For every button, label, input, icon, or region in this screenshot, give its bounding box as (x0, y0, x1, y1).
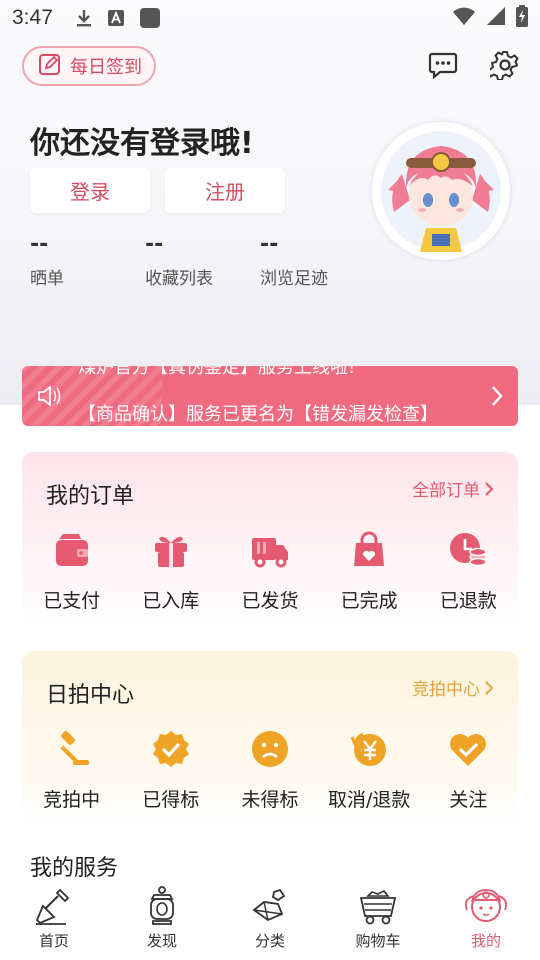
stat-label: 收藏列表 (145, 269, 213, 289)
notice-line-2: 【商品确认】服务已更名为【错发漏发检查】 (78, 404, 438, 425)
tab-categories[interactable]: 分类 (216, 880, 324, 960)
bag-heart-icon (349, 530, 389, 570)
tab-label: 首页 (38, 932, 69, 950)
auction-center-label: 竞拍中心 (412, 680, 480, 700)
wifi-icon (452, 6, 476, 31)
status-bar: 3:47 (0, 0, 540, 36)
tab-discover[interactable]: 发现 (108, 880, 216, 960)
all-orders-label: 全部订单 (412, 481, 480, 501)
tab-home[interactable]: 首页 (0, 880, 108, 960)
stat-label: 浏览足迹 (260, 269, 328, 289)
badge-check-icon (151, 729, 191, 769)
auction-follow[interactable]: 关注 (419, 729, 518, 812)
tab-label: 发现 (146, 932, 177, 950)
tab-label: 分类 (254, 932, 285, 950)
checkin-button[interactable]: 每日签到 (22, 46, 156, 86)
auction-label: 未得标 (241, 789, 299, 811)
auction-cancel-refund[interactable]: 取消/退款 (320, 729, 419, 812)
status-time: 3:47 (12, 6, 53, 29)
download-icon (75, 8, 93, 28)
chevron-right-icon (485, 481, 494, 496)
gift-box-icon (151, 530, 191, 570)
order-label: 已支付 (43, 590, 101, 612)
app-square-icon (139, 7, 161, 29)
auction-bidding[interactable]: 竞拍中 (22, 729, 121, 812)
auction-label: 竞拍中 (43, 789, 101, 811)
order-stored[interactable]: 已入库 (121, 530, 220, 613)
notice-banner[interactable]: 煤炉官方【真伪鉴定】服务上线啦! 【商品确认】服务已更名为【错发漏发检查】 (22, 366, 518, 426)
order-label: 已退款 (439, 590, 497, 612)
signal-icon (486, 6, 506, 31)
auction-label: 取消/退款 (327, 789, 411, 811)
settings-gear-icon[interactable] (486, 50, 520, 84)
truck-icon (250, 530, 290, 570)
auction-label: 关注 (449, 789, 488, 811)
auction-center-link[interactable]: 竞拍中心 (412, 675, 494, 700)
heart-check-icon (448, 729, 488, 769)
profile-stats: -- 晒单 -- 收藏列表 -- 浏览足迹 (30, 232, 375, 289)
orders-title: 我的订单 (46, 484, 135, 509)
orders-row: 已支付 已入库 已发货 已完成 已退款 (22, 530, 518, 613)
yen-refund-icon (349, 729, 389, 769)
order-label: 已发货 (241, 590, 299, 612)
font-app-icon (107, 9, 125, 27)
avatar-icon (463, 886, 509, 926)
tab-label: 购物车 (355, 932, 401, 950)
order-label: 已入库 (142, 590, 200, 612)
stat-history[interactable]: -- 浏览足迹 (260, 232, 375, 289)
wallet-icon (52, 530, 92, 570)
order-refunded[interactable]: 已退款 (419, 530, 518, 613)
speaker-icon (36, 384, 62, 412)
refund-coins-icon (448, 530, 488, 570)
auction-won[interactable]: 已得标 (121, 729, 220, 812)
register-button[interactable]: 注册 (165, 168, 285, 213)
tab-label: 我的 (470, 932, 501, 950)
notice-line-1: 煤炉官方【真伪鉴定】服务上线啦! (78, 366, 356, 378)
chevron-right-icon (490, 384, 504, 412)
avatar[interactable] (372, 122, 510, 260)
orders-card: 我的订单 全部订单 已支付 已入库 已发货 已完成 已退款 (22, 452, 518, 628)
stat-value: -- (260, 232, 279, 257)
auction-label: 已得标 (142, 789, 200, 811)
stat-value: -- (30, 232, 49, 257)
profile-page: 3:47 每日签到 你还没有登录哦! 登录 注册 -- 晒单 -- 收藏列表 -… (0, 0, 540, 960)
auction-card: 日拍中心 竞拍中心 竞拍中 已得标 未得标 取消/退款 关注 (22, 651, 518, 827)
all-orders-link[interactable]: 全部订单 (412, 476, 494, 501)
shovel-icon (34, 886, 74, 926)
order-label: 已完成 (340, 590, 398, 612)
minecart-icon (358, 886, 398, 926)
battery-icon (516, 4, 528, 32)
greeting-title: 你还没有登录哦! (30, 126, 254, 161)
stat-shaidan[interactable]: -- 晒单 (30, 232, 145, 289)
stat-favorites[interactable]: -- 收藏列表 (145, 232, 260, 289)
chevron-right-icon (485, 680, 494, 695)
order-completed[interactable]: 已完成 (320, 530, 419, 613)
login-button[interactable]: 登录 (30, 168, 150, 213)
auction-row: 竞拍中 已得标 未得标 取消/退款 关注 (22, 729, 518, 812)
header-actions (428, 50, 520, 84)
lantern-icon (146, 886, 178, 926)
anime-girl-avatar-icon (381, 131, 501, 252)
edit-icon (38, 52, 62, 81)
checkin-label: 每日签到 (70, 57, 142, 78)
message-icon[interactable] (428, 50, 458, 84)
stat-label: 晒单 (30, 269, 64, 289)
gavel-icon (52, 729, 92, 769)
ore-icon (250, 886, 290, 926)
services-title: 我的服务 (30, 856, 119, 881)
auction-title: 日拍中心 (46, 683, 135, 708)
tab-mine[interactable]: 我的 (432, 880, 540, 960)
sad-face-icon (250, 729, 290, 769)
stat-value: -- (145, 232, 164, 257)
tab-cart[interactable]: 购物车 (324, 880, 432, 960)
order-shipped[interactable]: 已发货 (220, 530, 319, 613)
auction-lost[interactable]: 未得标 (220, 729, 319, 812)
order-paid[interactable]: 已支付 (22, 530, 121, 613)
bottom-tab-bar: 首页 发现 分类 购物车 我的 (0, 880, 540, 960)
